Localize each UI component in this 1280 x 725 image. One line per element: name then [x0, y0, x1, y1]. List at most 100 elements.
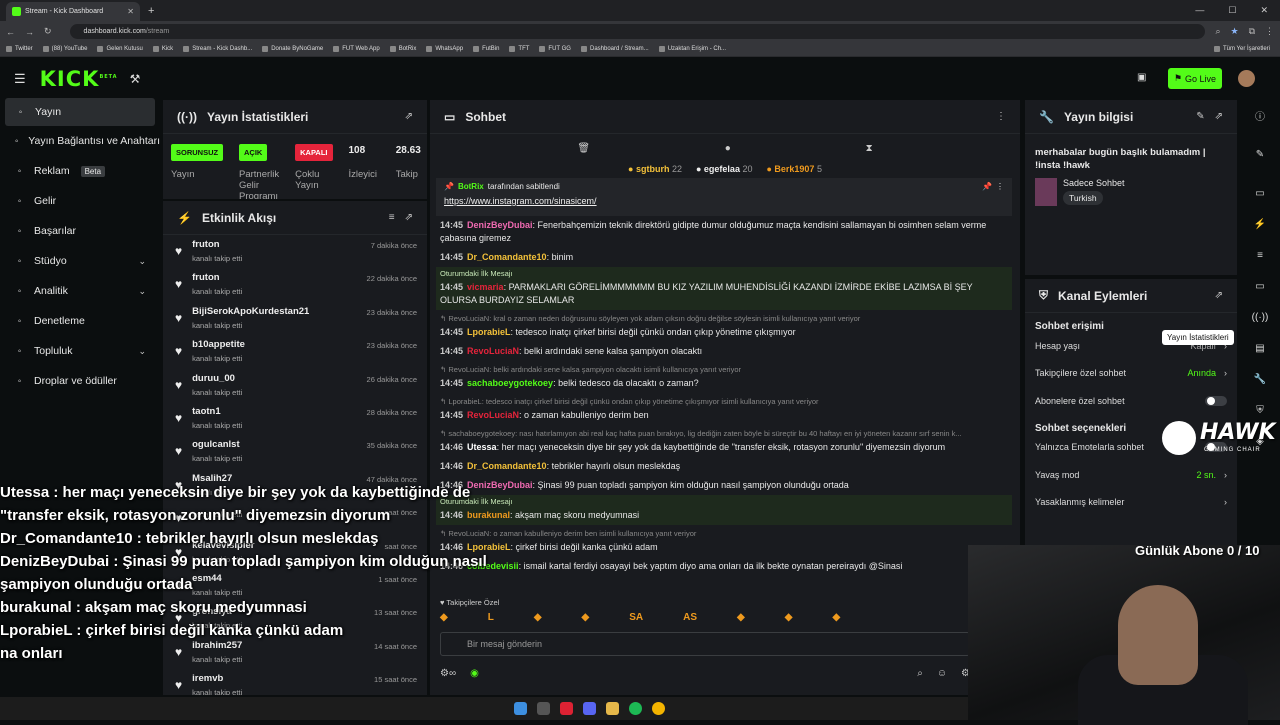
message-username[interactable]: LporabieL: [467, 327, 511, 337]
emote[interactable]: ◆: [582, 612, 590, 623]
pinned-menu-icon[interactable]: ⋮: [996, 182, 1004, 191]
sidebar-item[interactable]: ◦ Reklam Beta: [0, 156, 160, 186]
emote[interactable]: SA: [629, 612, 643, 623]
settings-row[interactable]: Abonelere özel sohbet: [1025, 387, 1237, 415]
chrome-icon[interactable]: [651, 702, 665, 715]
pickaxe-icon[interactable]: ⚒: [130, 72, 141, 86]
chat-menu-icon[interactable]: ⋮: [996, 111, 1006, 122]
message-username[interactable]: sachaboeygotekoey: [467, 378, 553, 388]
feed-username[interactable]: ogulcanlst: [192, 439, 242, 450]
list-icon[interactable]: ≡: [1240, 240, 1280, 271]
settings-row[interactable]: Yasaklanmış kelimeler ›: [1025, 489, 1237, 517]
message-username[interactable]: Dr_Comandante10: [467, 252, 547, 262]
message-username[interactable]: Dr_Comandante10: [467, 461, 547, 471]
kick-logo[interactable]: KICKBETA: [40, 67, 118, 91]
app-icon[interactable]: [559, 702, 573, 715]
bookmark-item[interactable]: Gelen Kutusu: [97, 46, 143, 52]
message-username[interactable]: Utessa: [467, 442, 497, 452]
trash-icon[interactable]: 🗑: [577, 143, 590, 154]
emote[interactable]: ◆: [737, 612, 745, 623]
kick-icon[interactable]: ◉: [470, 668, 479, 679]
message-username[interactable]: RevoLuciaN: [467, 410, 519, 420]
search-taskbar-icon[interactable]: [536, 702, 550, 715]
popout-icon[interactable]: ⇗: [405, 111, 413, 122]
emote[interactable]: ◆: [785, 612, 793, 623]
emote[interactable]: ◆: [534, 612, 542, 623]
message-username[interactable]: vicmaria: [467, 282, 504, 292]
badge-icon[interactable]: ⚙∞: [440, 668, 456, 679]
browser-tab[interactable]: Stream - Kick Dashboard ✕: [6, 2, 140, 21]
message-username[interactable]: DenizBeyDubai: [467, 220, 533, 230]
bookmark-star-icon[interactable]: ★: [1230, 26, 1238, 37]
sidebar-item[interactable]: ◦ Yayın: [5, 98, 155, 126]
sidebar-item[interactable]: ◦ Stüdyo ⌄: [0, 246, 160, 276]
back-icon[interactable]: ←: [6, 27, 15, 37]
feed-username[interactable]: Msalih27: [192, 473, 242, 484]
settings-row[interactable]: Yavaş mod 2 sn. ›: [1025, 461, 1237, 489]
sidebar-item[interactable]: ◦ Analitik ⌄: [0, 276, 160, 306]
popout-icon[interactable]: ⇗: [1215, 111, 1223, 122]
feed-username[interactable]: duruu_00: [192, 373, 242, 384]
hamburger-menu-icon[interactable]: ☰: [14, 71, 26, 87]
bookmark-item[interactable]: Stream - Kick Dashb...: [183, 46, 252, 52]
feed-username[interactable]: fruton: [192, 239, 242, 250]
close-window-icon[interactable]: ✕: [1260, 5, 1268, 16]
search-icon[interactable]: ⌕: [917, 668, 923, 679]
sidebar-item[interactable]: ◦ Topluluk ⌄: [0, 336, 160, 366]
bookmark-item[interactable]: Donate ByNoGame: [262, 46, 323, 52]
chat-input[interactable]: Bir mesaj gönderin: [440, 632, 970, 656]
bookmark-item[interactable]: (88) YouTube: [42, 46, 87, 52]
unpin-icon[interactable]: 📌: [982, 182, 992, 191]
chat-icon[interactable]: ▭: [1240, 271, 1280, 302]
pencil-icon[interactable]: ✎: [1240, 139, 1280, 170]
close-tab-icon[interactable]: ✕: [127, 7, 134, 16]
spotify-icon[interactable]: [628, 702, 642, 715]
bookmark-item[interactable]: Kick: [152, 46, 173, 52]
bookmark-item[interactable]: FUT GG: [539, 46, 571, 52]
pinned-link[interactable]: https://www.instagram.com/sinasicem/: [444, 196, 1004, 206]
layout-icon[interactable]: ▭: [1240, 178, 1280, 209]
bookmark-item[interactable]: WhatsApp: [426, 46, 463, 52]
mod-view-icon[interactable]: ▣: [1137, 72, 1146, 83]
folder-icon[interactable]: [605, 702, 619, 715]
wrench-icon[interactable]: 🔧: [1240, 364, 1280, 395]
gifter[interactable]: ● egefelaa 20: [696, 164, 752, 174]
bookmark-item[interactable]: Twitter: [6, 46, 33, 52]
discord-icon[interactable]: [582, 702, 596, 715]
bookmark-item[interactable]: FutBin: [473, 46, 499, 52]
feed-username[interactable]: fruton: [192, 272, 242, 283]
zoom-icon[interactable]: ⌕: [1215, 26, 1220, 37]
forward-icon[interactable]: →: [25, 27, 34, 37]
emote[interactable]: AS: [683, 612, 697, 623]
reload-icon[interactable]: ↻: [44, 26, 52, 37]
all-bookmarks-link[interactable]: Tüm Yer İşaretleri: [1213, 46, 1280, 52]
emoji-icon[interactable]: ☺: [937, 668, 947, 679]
menu-icon[interactable]: ⋮: [1265, 26, 1274, 37]
new-tab-icon[interactable]: +: [148, 5, 154, 17]
url-field[interactable]: dashboard.kick.com/stream: [69, 24, 1206, 39]
bookmark-item[interactable]: BotRix: [389, 46, 416, 52]
lightning-icon[interactable]: ⚡: [1240, 209, 1280, 240]
sidebar-item[interactable]: ◦ Başarılar: [0, 216, 160, 246]
maximize-icon[interactable]: ☐: [1228, 5, 1236, 16]
toggle-switch[interactable]: [1205, 395, 1227, 406]
feed-username[interactable]: taotn1: [192, 406, 242, 417]
bookmark-item[interactable]: Uzaktan Erişim - Ch...: [658, 46, 726, 52]
user-avatar[interactable]: [1238, 70, 1255, 87]
emote[interactable]: ◆: [832, 612, 840, 623]
broadcast-icon[interactable]: ((·)): [1240, 302, 1280, 333]
popout-icon[interactable]: ⇗: [1215, 290, 1223, 301]
feed-username[interactable]: BijiSerokApoKurdestan21: [192, 306, 309, 317]
feed-username[interactable]: iremvb: [192, 673, 242, 684]
speech-bubble-icon[interactable]: ●: [725, 143, 731, 154]
gifter[interactable]: ● sgtburh 22: [628, 164, 682, 174]
windows-start-icon[interactable]: [513, 702, 527, 715]
hourglass-icon[interactable]: ⧗: [866, 143, 873, 154]
sidebar-item[interactable]: ◦ Denetleme: [0, 306, 160, 336]
sidebar-item[interactable]: ◦ Gelir: [0, 186, 160, 216]
minimize-icon[interactable]: —: [1195, 5, 1204, 16]
extensions-icon[interactable]: ⧉: [1249, 26, 1255, 37]
gifter[interactable]: ● Berk1907 5: [766, 164, 822, 174]
go-live-button[interactable]: ⚑ Go Live: [1168, 68, 1222, 89]
filter-icon[interactable]: ≡: [389, 212, 395, 223]
